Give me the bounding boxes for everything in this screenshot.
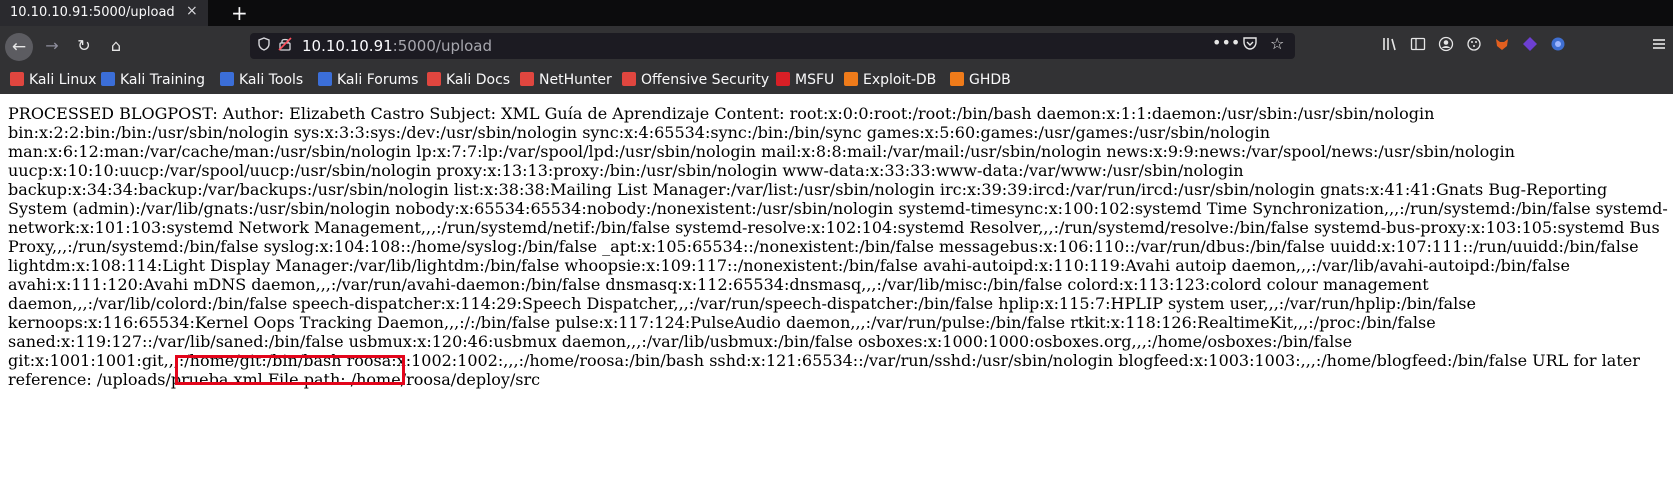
close-icon[interactable]: × [186,3,198,19]
nav-toolbar: ← → ↻ ⌂ 10.10.10.91:5000/upload ••• ☆ [0,26,1673,66]
sidebar-icon[interactable] [1408,36,1428,56]
back-button[interactable]: ← [5,33,33,61]
url-path: :5000/upload [392,37,493,55]
bookmark-ghdb[interactable]: GHDB [950,72,1011,88]
forward-button[interactable]: → [40,34,64,58]
insecure-lock-icon[interactable] [278,37,292,53]
url-bar[interactable]: 10.10.10.91:5000/upload ••• ☆ [250,33,1295,59]
page-actions-icon[interactable]: ••• [1212,33,1240,52]
menu-icon[interactable] [1649,36,1669,56]
kali-training-icon [101,72,115,86]
bookmark-label: Kali Training [120,72,205,88]
bookmark-kali-docs[interactable]: Kali Docs [427,72,510,88]
bookmark-exploit-db[interactable]: Exploit-DB [844,72,936,88]
offsec-icon [622,72,636,86]
bookmark-star-icon[interactable]: ☆ [1270,34,1284,53]
tab-title: 10.10.10.91:5000/upload [10,5,175,20]
kali-dragon-icon [10,72,24,86]
addon2-icon[interactable] [1548,36,1568,56]
bookmark-label: NetHunter [539,72,612,88]
foxyproxy-icon[interactable] [1492,36,1512,56]
library-icon[interactable] [1380,36,1400,56]
bookmark-label: Kali Tools [239,72,304,88]
msfu-icon [776,72,790,86]
bookmark-kali-linux[interactable]: Kali Linux [10,72,96,88]
tab-bar: 10.10.10.91:5000/upload × + [0,0,1673,26]
bookmarks-toolbar: Kali Linux Kali Training Kali Tools Kali… [0,66,1673,94]
exploit-db-icon [844,72,858,86]
pocket-icon[interactable] [1242,35,1258,55]
bookmark-kali-forums[interactable]: Kali Forums [318,72,418,88]
nethunter-icon [520,72,534,86]
bookmark-offensive-security[interactable]: Offensive Security [622,72,769,88]
addon-icon[interactable] [1520,36,1540,56]
account-icon[interactable] [1436,36,1456,56]
bookmark-label: Exploit-DB [863,72,937,88]
bookmark-label: Kali Docs [446,72,511,88]
url-host: 10.10.10.91 [302,37,393,55]
url-text[interactable]: 10.10.10.91:5000/upload [302,37,492,55]
bookmark-kali-training[interactable]: Kali Training [101,72,205,88]
bookmark-kali-tools[interactable]: Kali Tools [220,72,303,88]
new-tab-button[interactable]: + [231,0,248,26]
bookmark-label: GHDB [969,72,1011,88]
kali-docs-icon [427,72,441,86]
kali-tools-icon [220,72,234,86]
bookmark-label: Kali Forums [337,72,419,88]
bookmark-nethunter[interactable]: NetHunter [520,72,612,88]
page-body-text: PROCESSED BLOGPOST: Author: Elizabeth Ca… [8,104,1668,389]
bookmark-label: Kali Linux [29,72,97,88]
bookmark-label: MSFU [795,72,835,88]
kali-forums-icon [318,72,332,86]
tab-upload[interactable]: 10.10.10.91:5000/upload × [0,0,208,26]
home-button[interactable]: ⌂ [104,34,128,58]
bookmark-label: Offensive Security [641,72,770,88]
shield-icon[interactable] [258,37,272,53]
ghdb-icon [950,72,964,86]
highlight-box [175,355,405,385]
extensions-icon[interactable] [1464,36,1484,56]
reload-button[interactable]: ↻ [72,34,96,58]
bookmark-msfu[interactable]: MSFU [776,72,834,88]
